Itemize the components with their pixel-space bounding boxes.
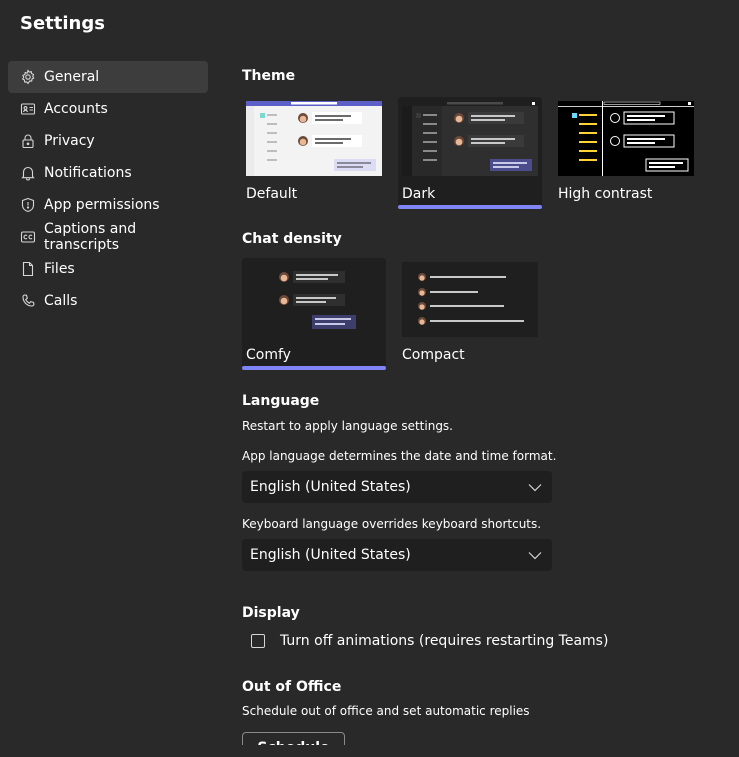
sidebar-item-label: Privacy	[44, 133, 95, 149]
display-heading: Display	[242, 605, 300, 621]
density-option-compact[interactable]: Compact	[398, 258, 542, 370]
theme-heading: Theme	[242, 68, 296, 84]
out-of-office-caption: Schedule out of office and set automatic…	[242, 704, 530, 718]
theme-dark-label: Dark	[402, 186, 436, 202]
sidebar-item-calls[interactable]: Calls	[8, 285, 208, 317]
density-comfy-label: Comfy	[246, 347, 291, 363]
sidebar-item-files[interactable]: Files	[8, 253, 208, 285]
theme-option-dark[interactable]: Dark	[398, 97, 542, 209]
chat-density-heading: Chat density	[242, 231, 342, 247]
selected-indicator	[398, 205, 542, 209]
shield-icon	[20, 197, 36, 213]
chevron-down-icon	[528, 552, 542, 560]
sidebar-item-label: Calls	[44, 293, 78, 309]
phone-icon	[20, 293, 36, 309]
keyboard-language-value: English (United States)	[250, 547, 411, 563]
sidebar-item-app-permissions[interactable]: App permissions	[8, 189, 208, 221]
density-compact-preview	[402, 262, 538, 337]
page-title: Settings	[20, 13, 105, 34]
theme-dark-preview	[402, 101, 538, 176]
settings-sidebar: General Accounts Privacy Notifications A…	[8, 61, 208, 317]
language-restart-note: Restart to apply language settings.	[242, 419, 453, 433]
theme-default-label: Default	[246, 186, 298, 202]
app-language-value: English (United States)	[250, 479, 411, 495]
app-language-dropdown[interactable]: English (United States)	[242, 471, 552, 503]
file-icon	[20, 261, 36, 277]
theme-default-preview	[246, 101, 382, 176]
sidebar-item-notifications[interactable]: Notifications	[8, 157, 208, 189]
density-compact-label: Compact	[402, 347, 465, 363]
cc-icon	[20, 229, 36, 245]
chevron-down-icon	[528, 484, 542, 492]
sidebar-item-label: App permissions	[44, 197, 160, 213]
bell-icon	[20, 165, 36, 181]
sidebar-item-label: Accounts	[44, 101, 108, 117]
turn-off-animations-label: Turn off animations (requires restarting…	[280, 633, 609, 649]
selected-indicator	[242, 366, 386, 370]
language-heading: Language	[242, 393, 320, 409]
gear-icon	[20, 69, 36, 85]
sidebar-item-label: General	[44, 69, 100, 85]
sidebar-item-privacy[interactable]: Privacy	[8, 125, 208, 157]
density-comfy-preview	[246, 262, 382, 337]
sidebar-item-general[interactable]: General	[8, 61, 208, 93]
keyboard-language-caption: Keyboard language overrides keyboard sho…	[242, 517, 542, 531]
theme-option-high-contrast[interactable]: High contrast	[554, 97, 698, 209]
sidebar-item-accounts[interactable]: Accounts	[8, 93, 208, 125]
id-card-icon	[20, 101, 36, 117]
keyboard-language-dropdown[interactable]: English (United States)	[242, 539, 552, 571]
viewport-clip	[242, 745, 739, 757]
sidebar-item-label: Notifications	[44, 165, 132, 181]
app-language-caption: App language determines the date and tim…	[242, 449, 557, 463]
theme-high-contrast-preview	[558, 101, 694, 176]
lock-icon	[20, 133, 36, 149]
sidebar-item-label: Captions and transcripts	[44, 221, 137, 253]
density-option-comfy[interactable]: Comfy	[242, 258, 386, 370]
turn-off-animations-option[interactable]: Turn off animations (requires restarting…	[251, 633, 608, 649]
turn-off-animations-checkbox[interactable]	[251, 634, 265, 648]
out-of-office-heading: Out of Office	[242, 679, 342, 695]
theme-option-default[interactable]: Default	[242, 97, 386, 209]
sidebar-item-captions[interactable]: Captions and transcripts	[8, 221, 208, 253]
theme-high-contrast-label: High contrast	[558, 186, 653, 202]
sidebar-item-label: Files	[44, 261, 75, 277]
